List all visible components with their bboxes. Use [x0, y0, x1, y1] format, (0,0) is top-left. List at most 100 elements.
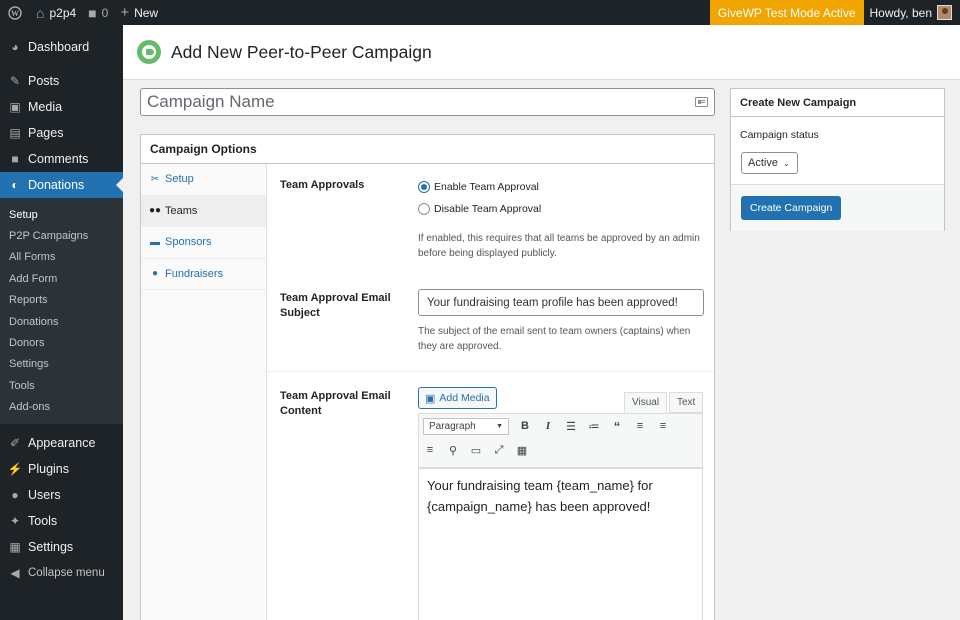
tab-setup[interactable]: ✂ Setup: [141, 164, 266, 196]
page-title: Add New Peer-to-Peer Campaign: [171, 41, 432, 62]
svg-text:W: W: [11, 9, 19, 18]
sidebar-item-dashboard[interactable]: ◕ Dashboard: [0, 34, 123, 60]
email-content-editor[interactable]: Your fundraising team {team_name} for {c…: [418, 468, 703, 620]
align-right-icon[interactable]: ≡: [423, 444, 437, 456]
media-icon: ▣: [9, 100, 21, 114]
fullscreen-icon[interactable]: ⤢: [492, 444, 506, 457]
submenu-item-add-ons[interactable]: Add-ons: [0, 397, 123, 418]
sidebar-item-plugins[interactable]: ⚡ Plugins: [0, 456, 123, 482]
submenu-item-tools[interactable]: Tools: [0, 375, 123, 396]
tab-fundraisers[interactable]: ● Fundraisers: [141, 259, 266, 290]
tab-visual[interactable]: Visual: [624, 392, 668, 413]
sidebar-item-settings[interactable]: ▦ Settings: [0, 534, 123, 560]
sidebar-item-label: Dashboard: [28, 40, 90, 54]
sidebar-item-label: Collapse menu: [28, 566, 105, 579]
sidebar-item-label: Tools: [28, 513, 58, 528]
submenu-item-donations[interactable]: Donations: [0, 311, 123, 332]
contact-card-icon: [695, 97, 708, 107]
sidebar-item-tools[interactable]: ✦ Tools: [0, 508, 123, 534]
comments-link[interactable]: ■ 0: [82, 0, 114, 25]
tab-sponsors[interactable]: ▬ Sponsors: [141, 227, 266, 259]
align-center-icon[interactable]: ≡: [656, 420, 670, 432]
submenu-item-donors[interactable]: Donors: [0, 332, 123, 353]
plus-icon: +: [120, 4, 130, 21]
admin-sidebar: ◕ Dashboard ✎ Posts ▣ Media ▤ Pages ■ Co…: [0, 25, 123, 620]
keyboard-icon[interactable]: ▦: [515, 444, 529, 457]
sidebar-item-label: Donations: [28, 178, 85, 192]
page-header: Add New Peer-to-Peer Campaign: [123, 25, 960, 80]
sidebar-item-label: Media: [28, 100, 63, 114]
collapse-icon: ◀: [10, 565, 20, 580]
caret-down-icon: ▼: [496, 422, 503, 430]
tab-label: Setup: [165, 173, 194, 186]
media-icon: ▣: [425, 392, 436, 405]
italic-icon[interactable]: I: [541, 420, 555, 432]
enable-team-approval-option[interactable]: Enable Team Approval: [418, 176, 704, 198]
donations-submenu: Setup P2P Campaigns All Forms Add Form R…: [0, 198, 123, 424]
wordpress-logo-icon[interactable]: W: [0, 0, 30, 25]
read-more-icon[interactable]: ▭: [469, 444, 483, 457]
sidebar-item-label: Users: [28, 487, 61, 502]
tab-label: Sponsors: [165, 236, 212, 249]
numbered-list-icon[interactable]: ≔: [587, 420, 601, 433]
campaign-options-title: Campaign Options: [141, 135, 714, 164]
submenu-item-add-form[interactable]: Add Form: [0, 268, 123, 289]
sidebar-item-posts[interactable]: ✎ Posts: [0, 68, 123, 94]
comments-icon: ■: [11, 152, 19, 166]
create-campaign-actions: Create Campaign: [731, 184, 944, 231]
sidebar-item-label: Settings: [28, 539, 74, 554]
create-campaign-button[interactable]: Create Campaign: [741, 196, 842, 220]
tab-label: Teams: [165, 204, 198, 217]
paragraph-format-value: Paragraph: [429, 420, 476, 432]
test-mode-badge[interactable]: GiveWP Test Mode Active: [709, 0, 864, 25]
campaign-options-box: Campaign Options ✂ Setup ●● Teams ▬ Spon…: [140, 134, 715, 620]
group-icon: ●●: [148, 205, 162, 217]
row-divider: [268, 371, 714, 372]
user-icon: ●: [151, 268, 159, 280]
id-card-icon: ▬: [150, 236, 160, 248]
sidebar-item-media[interactable]: ▣ Media: [0, 94, 123, 120]
submenu-item-settings[interactable]: Settings: [0, 354, 123, 375]
tab-text[interactable]: Text: [669, 392, 704, 413]
add-media-button[interactable]: ▣ Add Media: [418, 387, 497, 409]
submenu-item-p2p-campaigns[interactable]: P2P Campaigns: [0, 225, 123, 246]
sidebar-item-pages[interactable]: ▤ Pages: [0, 120, 123, 146]
sidebar-item-users[interactable]: ● Users: [0, 482, 123, 508]
disable-team-approval-option[interactable]: Disable Team Approval: [418, 198, 704, 220]
editor-toolbar: Paragraph ▼ B I ☰ ≔ “ ≡ ≡ ≡ ⚲ ▭ ⤢ ▦: [418, 413, 703, 468]
email-subject-input[interactable]: [418, 289, 704, 316]
campaign-status-label: Campaign status: [740, 129, 819, 141]
site-name-link[interactable]: ⌂ p2p4: [30, 0, 82, 25]
campaign-status-select[interactable]: Active ⌄: [741, 152, 798, 174]
paragraph-format-select[interactable]: Paragraph ▼: [423, 417, 509, 435]
create-campaign-box: Create New Campaign Campaign status Acti…: [730, 88, 945, 231]
home-icon: ⌂: [36, 4, 45, 21]
bullet-list-icon[interactable]: ☰: [564, 420, 578, 433]
align-left-icon[interactable]: ≡: [633, 420, 647, 432]
sidebar-item-appearance[interactable]: ✐ Appearance: [0, 430, 123, 456]
sidebar-collapse-menu[interactable]: ◀ Collapse menu: [0, 560, 123, 586]
account-menu[interactable]: Howdy, ben: [864, 5, 960, 20]
team-approvals-row: Team Approvals Enable Team Approval Disa…: [268, 176, 714, 266]
sidebar-item-label: Posts: [28, 74, 60, 88]
sidebar-item-donations[interactable]: ◐ Donations: [0, 172, 123, 198]
disable-team-approval-radio[interactable]: [418, 203, 430, 215]
email-content-row: Team Approval Email Content ▣ Add Media …: [268, 387, 714, 620]
sidebar-item-comments[interactable]: ■ Comments: [0, 146, 123, 172]
enable-team-approval-radio[interactable]: [418, 181, 430, 193]
campaign-name-input[interactable]: [147, 92, 695, 112]
dashboard-icon: ◕: [11, 40, 19, 54]
blockquote-icon[interactable]: “: [610, 419, 624, 434]
email-subject-description: The subject of the email sent to team ow…: [418, 326, 691, 352]
sidebar-item-label: Pages: [28, 126, 64, 140]
plug-icon: ⚡: [7, 461, 23, 476]
link-icon[interactable]: ⚲: [446, 444, 460, 457]
admin-bar: W ⌂ p2p4 ■ 0 + New GiveWP Test Mode Acti…: [0, 0, 960, 25]
bold-icon[interactable]: B: [518, 420, 532, 432]
submenu-item-all-forms[interactable]: All Forms: [0, 247, 123, 268]
submenu-item-reports[interactable]: Reports: [0, 290, 123, 311]
site-name: p2p4: [49, 5, 77, 20]
new-content-link[interactable]: + New: [114, 0, 164, 25]
tab-teams[interactable]: ●● Teams: [141, 195, 266, 227]
submenu-item-setup[interactable]: Setup: [0, 204, 123, 225]
